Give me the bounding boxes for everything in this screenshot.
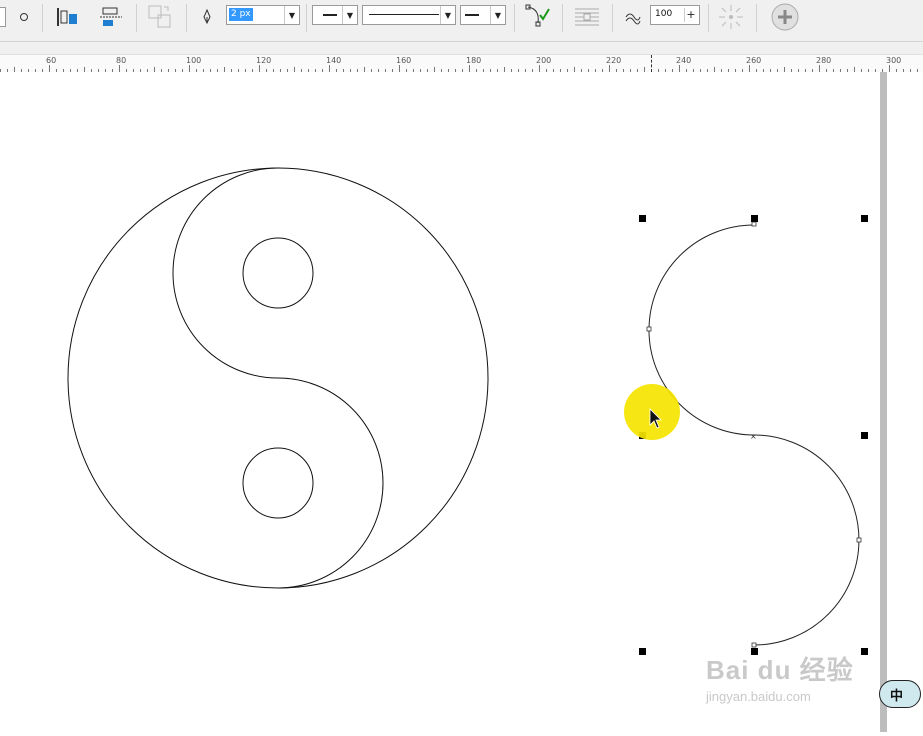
canvas-drawings: × — [67, 167, 862, 648]
property-bar: 2 px ▼ ▼ ▼ ▼ 100 + — [0, 0, 923, 42]
ruler-tick-label: 180 — [466, 56, 482, 65]
ruler-tick-label: 240 — [676, 56, 692, 65]
ruler-tick-label: 200 — [536, 56, 552, 65]
circle-icon[interactable] — [14, 2, 34, 32]
outline-width-dropdown[interactable]: 2 px ▼ — [226, 5, 300, 25]
ruler-tick — [259, 65, 260, 72]
toolbar-spacer — [0, 42, 923, 54]
watermark-brand: Bai du 经验 — [706, 655, 854, 685]
ruler-tick-label: 220 — [606, 56, 622, 65]
align-objects-icon[interactable] — [52, 2, 82, 32]
watermark: Bai du 经验 jingyan.baidu.com — [706, 650, 878, 714]
partial-field[interactable] — [0, 2, 6, 32]
line-style-icon — [369, 14, 439, 15]
horizontal-ruler[interactable]: 60 80 100 120 140 160 180 200 220 240 260 280 300 — [0, 54, 923, 73]
line-start-arrow-icon — [323, 14, 337, 16]
curve-smoothing-field[interactable]: 100 + — [650, 5, 700, 25]
distribute-objects-icon[interactable] — [96, 2, 126, 32]
ruler-tick — [119, 65, 120, 72]
chevron-down-icon[interactable]: ▼ — [342, 6, 357, 24]
chevron-down-icon[interactable]: ▼ — [284, 6, 299, 24]
ruler-tick-label: 80 — [116, 56, 127, 65]
transform-icon[interactable] — [144, 2, 176, 32]
line-start-arrow-dropdown[interactable]: ▼ — [312, 5, 358, 25]
node-edit-icon[interactable] — [520, 2, 554, 32]
ruler-tick — [749, 65, 750, 72]
ruler-tick — [889, 65, 890, 72]
ruler-tick — [189, 65, 190, 72]
ruler-tick-label: 260 — [746, 56, 762, 65]
yin-yang-outline[interactable] — [67, 167, 489, 589]
extract-icon[interactable] — [714, 2, 748, 32]
drawing-canvas[interactable]: × Bai du 经验 jingyan.baidu.com — [0, 72, 880, 732]
selection-handle-right[interactable] — [861, 432, 868, 439]
outline-pen-icon[interactable] — [198, 2, 216, 32]
selection-handle-top-right[interactable] — [861, 215, 868, 222]
mouse-pointer-icon — [649, 408, 662, 429]
ruler-tick-label: 280 — [816, 56, 832, 65]
center-node-marker: × — [750, 432, 757, 441]
ruler-tick — [399, 65, 400, 72]
ruler-tick — [539, 65, 540, 72]
text-wrap-icon[interactable] — [570, 2, 604, 32]
line-end-arrow-dropdown[interactable]: ▼ — [460, 5, 506, 25]
ruler-tick — [329, 65, 330, 72]
ruler-tick — [49, 65, 50, 72]
watermark-url: jingyan.baidu.com — [706, 689, 811, 704]
ruler-tick-label: 120 — [256, 56, 272, 65]
ruler-tick — [679, 65, 680, 72]
ruler-tick — [609, 65, 610, 72]
ruler-tick-label: 60 — [46, 56, 57, 65]
selection-handle-top-left[interactable] — [639, 215, 646, 222]
add-icon[interactable] — [768, 2, 802, 32]
curve-smoothing-value[interactable]: 100 — [655, 9, 672, 19]
chevron-down-icon[interactable]: ▼ — [440, 6, 455, 24]
ruler-tick — [819, 65, 820, 72]
ruler-tick-label: 100 — [186, 56, 202, 65]
smoothing-slider-icon[interactable]: + — [684, 8, 697, 22]
ime-indicator[interactable]: 中 — [879, 680, 921, 708]
outline-width-value[interactable]: 2 px — [229, 8, 253, 21]
line-style-dropdown[interactable]: ▼ — [362, 5, 456, 25]
ime-indicator-label: 中 — [890, 688, 904, 704]
line-end-arrow-icon — [465, 14, 479, 16]
ruler-tick — [469, 65, 470, 72]
ruler-tick-label: 140 — [326, 56, 342, 65]
ruler-position-marker — [651, 55, 653, 72]
curve-smoothing-icon[interactable] — [622, 2, 644, 32]
selection-handle-bottom-left[interactable] — [639, 648, 646, 655]
selection-handle-top[interactable] — [751, 215, 758, 222]
vertical-scrollbar[interactable] — [880, 72, 887, 732]
ruler-tick-label: 160 — [396, 56, 412, 65]
chevron-down-icon[interactable]: ▼ — [490, 6, 505, 24]
ruler-tick-label: 300 — [886, 56, 902, 65]
right-edge-area: 中 — [879, 72, 923, 732]
